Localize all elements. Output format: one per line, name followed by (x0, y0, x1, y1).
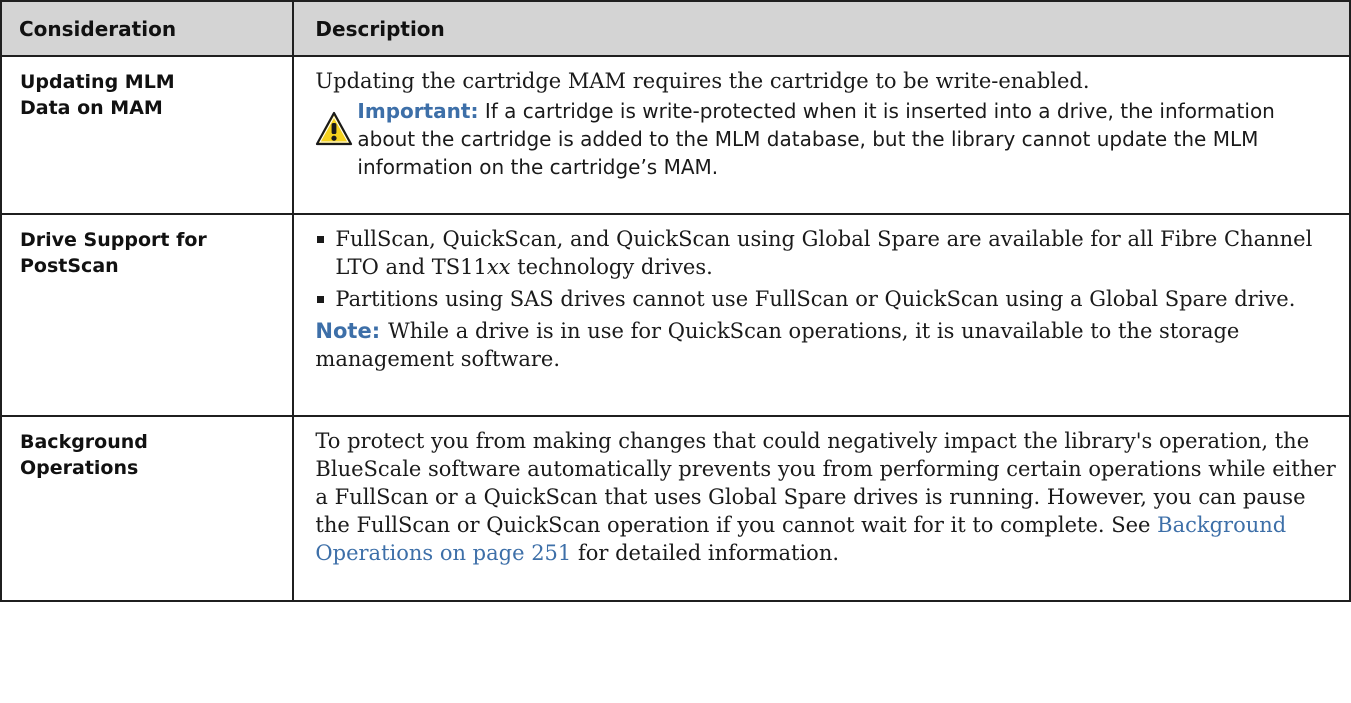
header-description: Description (292, 0, 1351, 57)
note-text: While a drive is in use for QuickScan op… (315, 319, 1240, 371)
important-label: Important: (357, 99, 479, 123)
table-row: Background Operations To protect you fro… (0, 415, 1351, 602)
bullet-text: Partitions using SAS drives cannot use F… (335, 287, 1296, 311)
description-text-tail: for detailed information. (571, 541, 840, 565)
row-title-updating-mlm: Updating MLM Data on MAM (0, 55, 295, 215)
bullet-variable: xx (486, 255, 511, 279)
bullet-square-icon (317, 296, 325, 303)
bullet-text: FullScan, QuickScan, and QuickScan using… (335, 227, 1313, 279)
bullet-list: FullScan, QuickScan, and QuickScan using… (315, 225, 1337, 313)
row-title-background-operations: Background Operations (0, 415, 295, 602)
description-text: Updating the cartridge MAM requires the … (315, 69, 1090, 93)
header-consideration: Consideration (0, 0, 295, 57)
important-body: If a cartridge is write-protected when i… (357, 99, 1275, 179)
row-title-drive-support: Drive Support for PostScan (0, 213, 295, 417)
row-title-line: Background (20, 431, 148, 453)
table-row: Updating MLM Data on MAM Updating the ca… (0, 55, 1351, 215)
row-title-line: Data on MAM (20, 97, 163, 119)
list-item: FullScan, QuickScan, and QuickScan using… (315, 225, 1337, 281)
note-callout: Note: While a drive is in use for QuickSc… (315, 317, 1337, 373)
row-title-line: Updating MLM (20, 71, 175, 93)
row-description: Updating the cartridge MAM requires the … (292, 55, 1351, 215)
warning-triangle-icon (316, 111, 353, 146)
row-description: FullScan, QuickScan, and QuickScan using… (292, 213, 1351, 417)
row-title-line: PostScan (20, 255, 119, 277)
row-description: To protect you from making changes that … (292, 415, 1351, 602)
list-item: Partitions using SAS drives cannot use F… (315, 285, 1337, 313)
important-text: Important: If a cartridge is write-prote… (357, 97, 1337, 181)
row-title-line: Drive Support for (20, 229, 207, 251)
note-label: Note: (315, 319, 381, 343)
table-header-row: Consideration Description (0, 0, 1351, 57)
row-title-line: Operations (20, 457, 139, 479)
considerations-table: Consideration Description Updating MLM D… (0, 0, 1351, 602)
important-callout: Important: If a cartridge is write-prote… (315, 97, 1337, 181)
bullet-text-tail: technology drives. (510, 255, 713, 279)
table-row: Drive Support for PostScan FullScan, Qui… (0, 213, 1351, 417)
bullet-square-icon (317, 236, 325, 243)
